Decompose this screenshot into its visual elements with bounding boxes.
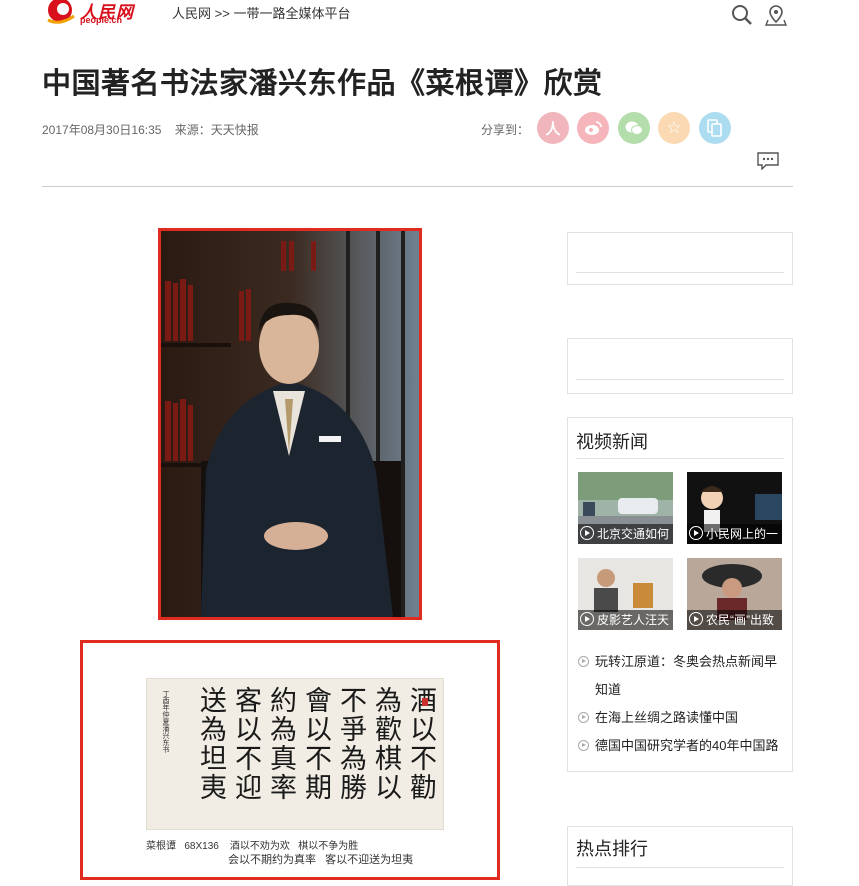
breadcrumb: 人民网 >> 一带一路全媒体平台: [172, 3, 350, 22]
video-caption: 小民网上的一: [687, 524, 782, 544]
hot-ranking-title: 热点排行: [576, 839, 648, 859]
news-item-2[interactable]: 在海上丝绸之路读懂中国: [578, 704, 785, 732]
news-item-text[interactable]: 玩转江原道：冬奥会热点新闻早知道: [578, 648, 785, 704]
calligraphy-column-2: 為歡棋以: [370, 686, 401, 802]
copy-share-button[interactable]: [699, 112, 731, 144]
portrait-photo: [158, 228, 422, 620]
play-icon: [580, 526, 594, 540]
calligraphy-caption-line2: 会以不期约为真率 客以不迎送为坦夷: [228, 854, 414, 866]
video-caption-text: 小民网上的一: [706, 527, 779, 541]
weibo-share-button[interactable]: [577, 112, 609, 144]
hot-ranking-box: 热点排行: [567, 826, 793, 886]
video-thumb-3[interactable]: 皮影艺人汪天: [578, 558, 673, 630]
calligraphy-column-7: 送為坦夷: [195, 686, 226, 802]
portrait-image: [161, 231, 419, 617]
breadcrumb-channel[interactable]: 一带一路全媒体平台: [233, 6, 350, 21]
calligraphy-inscription: 丁酉年仲夏潘兴东书: [162, 690, 169, 753]
breadcrumb-separator: >>: [211, 6, 234, 21]
search-icon[interactable]: [731, 4, 753, 26]
comment-icon[interactable]: [757, 152, 779, 170]
people-share-icon: 人: [545, 120, 561, 138]
sidebar-ad-box-2: [567, 338, 793, 394]
logo-subtext: people.cn: [80, 15, 123, 25]
video-caption-text: 北京交通如何: [597, 527, 670, 541]
news-item-text[interactable]: 在海上丝绸之路读懂中国: [578, 704, 785, 732]
location-icon[interactable]: [765, 4, 787, 26]
play-circle-icon: [578, 656, 589, 667]
copy-icon: [707, 119, 722, 137]
news-item-text[interactable]: 德国中国研究学者的40年中国路: [578, 732, 785, 760]
calligraphy-scroll: 丁酉年仲夏潘兴东书 酒以不勸 為歡棋以 不爭為勝 會以不期 約為真率 客以不迎 …: [146, 678, 444, 830]
video-news-box: 视频新闻 北京交通如何 小民网上的一 皮影艺人汪天 农民“画”出致 玩转江原道：…: [567, 417, 793, 772]
article-title: 中国著名书法家潘兴东作品《菜根谭》欣赏: [42, 68, 603, 100]
video-caption-text: 皮影艺人汪天: [597, 613, 670, 627]
calligraphy-column-6: 客以不迎: [230, 686, 261, 802]
video-thumb-1[interactable]: 北京交通如何: [578, 472, 673, 544]
calligraphy-column-4: 會以不期: [300, 686, 331, 802]
share-label: 分享到：: [481, 123, 530, 137]
wechat-icon: [625, 121, 643, 135]
video-caption-text: 农民“画”出致: [706, 613, 774, 627]
play-icon: [689, 612, 703, 626]
news-item-3[interactable]: 德国中国研究学者的40年中国路: [578, 732, 785, 760]
play-circle-icon: [578, 740, 589, 751]
star-icon: ☆: [666, 118, 682, 137]
video-caption: 农民“画”出致: [687, 610, 782, 630]
seal-stamp: [422, 698, 428, 706]
play-circle-icon: [578, 712, 589, 723]
box-divider: [576, 867, 784, 868]
people-share-button[interactable]: 人: [537, 112, 569, 144]
sidebar-ad-box-1: [567, 232, 793, 285]
video-news-title: 视频新闻: [576, 432, 648, 452]
video-thumb-4[interactable]: 农民“画”出致: [687, 558, 782, 630]
wechat-share-button[interactable]: [618, 112, 650, 144]
publish-date: 2017年08月30日16:35: [42, 123, 162, 137]
box-divider: [576, 379, 784, 380]
calligraphy-column-5: 約為真率: [265, 686, 296, 802]
box-divider: [576, 272, 784, 273]
calligraphy-photo: 丁酉年仲夏潘兴东书 酒以不勸 為歡棋以 不爭為勝 會以不期 約為真率 客以不迎 …: [80, 640, 500, 880]
favorite-share-button[interactable]: ☆: [658, 112, 690, 144]
news-item-1[interactable]: 玩转江原道：冬奥会热点新闻早知道: [578, 648, 785, 704]
video-caption: 皮影艺人汪天: [578, 610, 673, 630]
video-caption: 北京交通如何: [578, 524, 673, 544]
play-icon: [580, 612, 594, 626]
article-meta: 2017年08月30日16:35 来源：天天快报: [42, 121, 269, 138]
play-icon: [689, 526, 703, 540]
box-divider: [576, 458, 784, 459]
calligraphy-caption-line1: 菜根谭 68X136 酒以不劝为欢 棋以不争为胜: [146, 841, 359, 852]
calligraphy-column-1: 酒以不勸: [405, 686, 436, 802]
breadcrumb-home[interactable]: 人民网: [172, 6, 211, 21]
weibo-icon: [585, 121, 602, 135]
article-source: 来源：天天快报: [174, 123, 259, 137]
calligraphy-column-3: 不爭為勝: [335, 686, 366, 802]
video-thumb-2[interactable]: 小民网上的一: [687, 472, 782, 544]
title-divider: [42, 186, 793, 187]
